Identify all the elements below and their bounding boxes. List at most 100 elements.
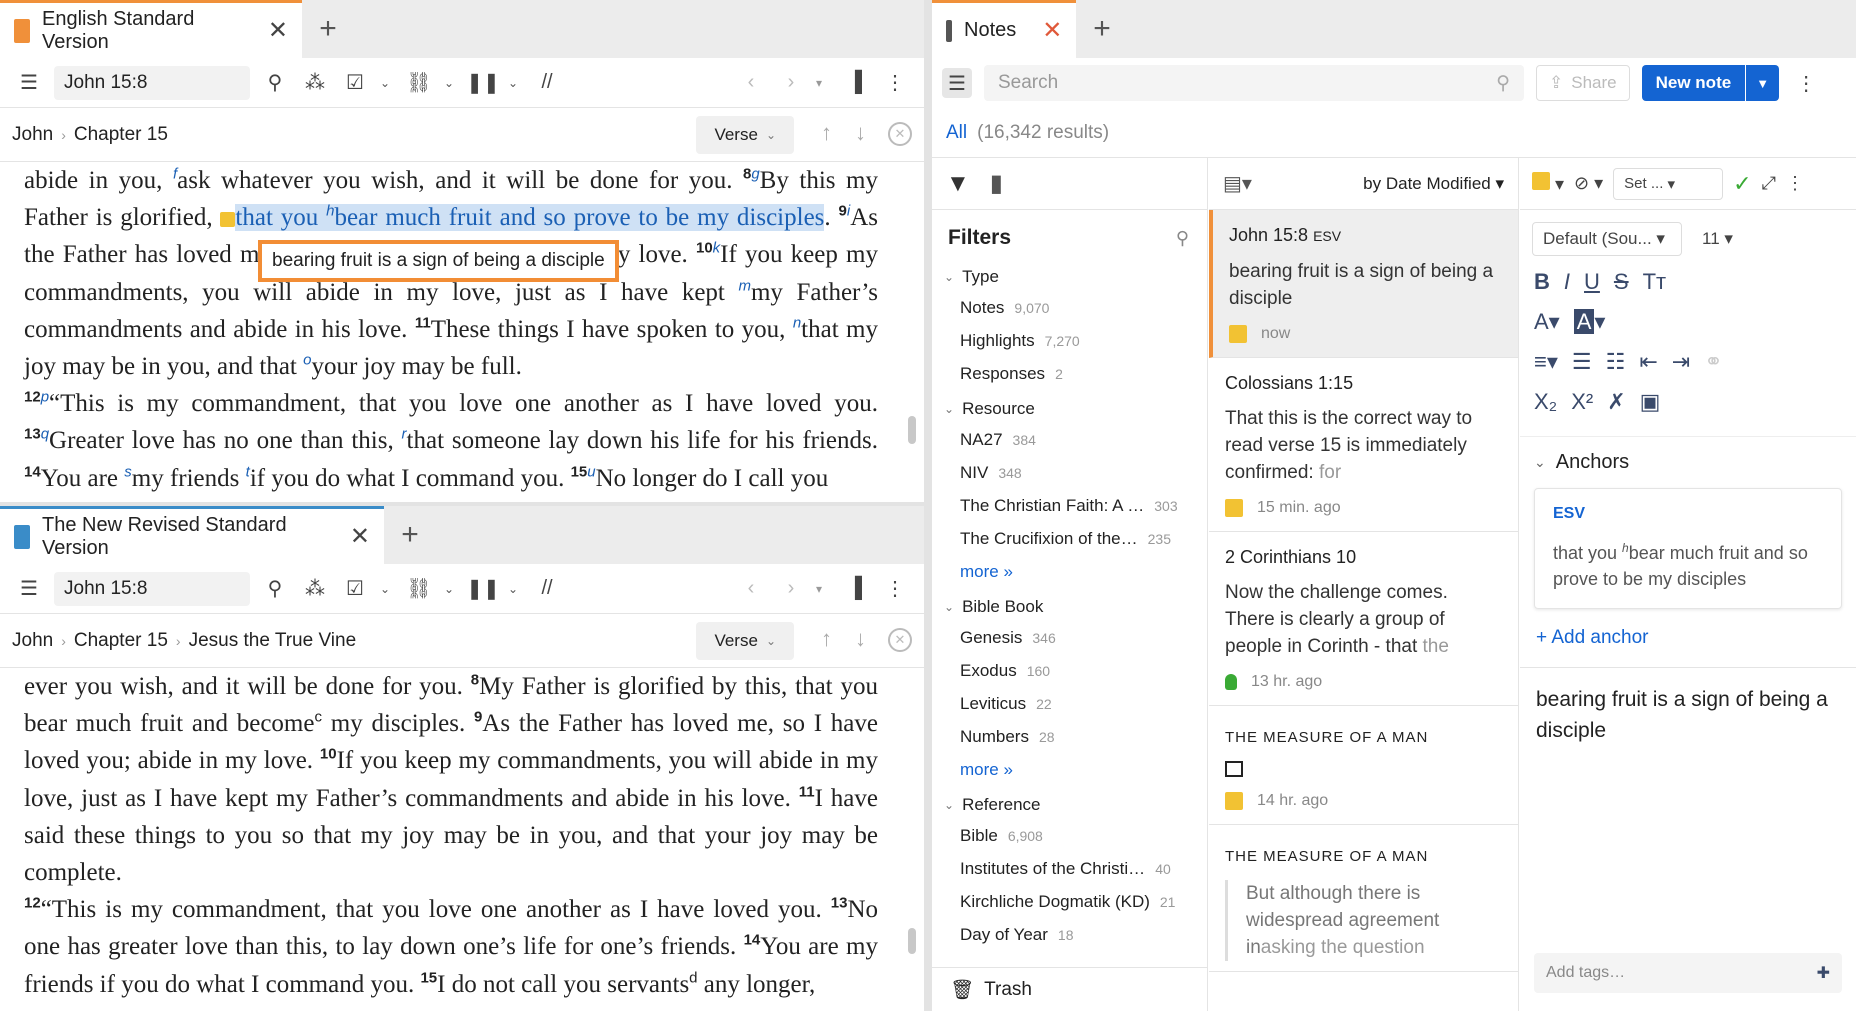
font-size-select[interactable]: 11 ▾ [1692,222,1743,256]
tab-notes[interactable]: Notes ✕ [932,0,1076,58]
search-input[interactable]: Search ⚲ [984,65,1524,101]
arrow-down-icon[interactable]: ↓ [855,626,866,652]
chevron-down-icon[interactable]: ⌄ [380,582,394,596]
sort-dropdown[interactable]: by Date Modified ▾ [1363,174,1504,194]
layout-icon[interactable]: ▐ [840,68,870,98]
link-off-icon[interactable]: ⛓ [404,68,434,98]
share-button[interactable]: ⇪ Share [1536,65,1630,101]
menu-icon[interactable]: ☰ [942,68,972,98]
parallel-icon[interactable]: // [532,574,562,604]
italic-icon[interactable]: I [1564,269,1570,295]
menu-icon[interactable]: ☰ [14,574,44,604]
add-tab-icon[interactable]: + [384,506,436,564]
parallel-icon[interactable]: // [532,68,562,98]
tab-nrsv[interactable]: The New Revised Standard Version ✕ [0,506,384,564]
filter-icon[interactable]: ▼ [946,170,970,198]
search-icon[interactable]: ⚲ [260,68,290,98]
chevron-down-icon[interactable]: ▼ [1745,65,1779,101]
tab-esv[interactable]: English Standard Version ✕ [0,0,302,58]
arrow-up-icon[interactable]: ↑ [821,626,832,652]
filter-item[interactable]: Leviticus 22 [932,689,1207,722]
chevron-down-icon[interactable]: ⌄ [444,76,458,90]
note-list-item[interactable]: 2 Corinthians 10 Now the challenge comes.… [1209,532,1518,706]
checklist-icon[interactable]: ☑ [340,574,370,604]
strikethrough-icon[interactable]: S [1614,269,1629,295]
checklist-icon[interactable]: ☑ [340,68,370,98]
filter-item[interactable]: Institutes of the Christi… 40 [932,854,1207,887]
filter-item[interactable]: NIV 348 [932,458,1207,491]
image-icon[interactable]: ▣ [1640,389,1661,415]
note-content-editor[interactable]: bearing fruit is a sign of being a disci… [1520,668,1856,762]
filter-group-header[interactable]: ⌄ Reference [932,788,1207,821]
verse-dropdown[interactable]: Verse ⌄ [696,622,794,660]
layout-icon[interactable]: ▐ [840,574,870,604]
add-anchor-link[interactable]: + Add anchor [1520,609,1856,668]
back-icon[interactable]: ‹ [736,68,766,98]
bullet-list-icon[interactable]: ☰ [1572,349,1592,375]
people-icon[interactable]: ⁂ [300,68,330,98]
close-icon[interactable]: ✕ [350,522,370,551]
more-link[interactable]: more » [932,557,1207,590]
numbered-list-icon[interactable]: ☷ [1606,349,1626,375]
bold-icon[interactable]: B [1534,269,1550,295]
menu-icon[interactable]: ☰ [14,68,44,98]
filter-item[interactable]: Bible 6,908 [932,821,1207,854]
filter-item[interactable]: NA27 384 [932,425,1207,458]
more-icon[interactable]: ⋮ [880,68,910,98]
note-list-item[interactable]: John 15:8 ESV bearing fruit is a sign of … [1209,210,1518,358]
chevron-down-icon[interactable]: ⌄ [508,76,522,90]
highlighted-passage[interactable]: that you hbear much fruit and so prove t… [235,204,825,232]
filter-item[interactable]: The Christian Faith: A … 303 [932,491,1207,524]
anchors-header[interactable]: ⌄ Anchors [1520,436,1856,488]
forward-icon[interactable]: › [776,68,806,98]
reference-input[interactable]: John 15:8 [54,65,250,100]
filter-item[interactable]: Highlights 7,270 [932,326,1207,359]
highlight-color-icon[interactable]: A ▾ [1573,309,1605,335]
crumb-section[interactable]: Jesus the True Vine [189,630,357,652]
verse-dropdown[interactable]: Verse ⌄ [696,116,794,154]
close-icon[interactable]: ✕ [268,16,288,45]
add-tab-icon[interactable]: + [302,0,354,58]
chevron-down-icon[interactable]: ⌄ [380,76,394,90]
back-icon[interactable]: ‹ [736,574,766,604]
crumb-book[interactable]: John [12,124,53,146]
filter-item[interactable]: Genesis 346 [932,623,1207,656]
notebook-select[interactable]: Set ... ▾ [1613,167,1724,200]
more-link[interactable]: more » [932,755,1207,788]
no-style-icon[interactable]: ⊘ ▾ [1574,173,1603,194]
more-icon[interactable]: ⋮ [1791,68,1821,98]
filter-item[interactable]: Kirchliche Dogmatik (KD) 21 [932,887,1207,920]
more-icon[interactable]: ⋮ [880,574,910,604]
subscript-icon[interactable]: X₂ [1534,389,1557,415]
history-dropdown-icon[interactable]: ▾ [816,76,830,90]
filter-group-header[interactable]: ⌄ Bible Book [932,590,1207,623]
new-note-button[interactable]: New note ▼ [1641,65,1780,101]
link-icon[interactable]: ⚭ [1704,349,1722,375]
scrollbar[interactable] [908,416,916,444]
close-icon[interactable]: ✕ [1042,16,1062,45]
filter-item[interactable]: Day of Year 18 [932,920,1207,953]
more-icon[interactable]: ⋮ [1786,173,1804,194]
search-icon[interactable]: ⚲ [260,574,290,604]
tags-input[interactable]: Add tags… ✚ [1534,953,1842,993]
history-dropdown-icon[interactable]: ▾ [816,582,830,596]
notebook-icon[interactable]: ▮ [990,169,1003,198]
link-off-icon[interactable]: ⛓ [404,574,434,604]
note-marker-icon[interactable] [220,211,236,227]
note-list-item[interactable]: Colossians 1:15 That this is the correct … [1209,358,1518,532]
search-icon[interactable]: ⚲ [1176,228,1189,249]
filter-item[interactable]: Exodus 160 [932,656,1207,689]
columns-icon[interactable]: ❚❚ [466,68,500,98]
crumb-chapter[interactable]: Chapter 15 [74,630,168,652]
results-all-link[interactable]: All [946,122,967,144]
filter-item[interactable]: Notes 9,070 [932,293,1207,326]
add-tab-icon[interactable]: + [1076,0,1128,58]
chevron-down-icon[interactable]: ⌄ [508,582,522,596]
text-size-icon[interactable]: Tт [1643,269,1667,295]
note-style-icon[interactable]: ▾ [1532,172,1564,195]
align-icon[interactable]: ≡▾ [1534,349,1558,375]
reference-input[interactable]: John 15:8 [54,571,250,606]
trash-item[interactable]: 🗑 Trash [932,967,1207,1011]
crumb-chapter[interactable]: Chapter 15 [74,124,168,146]
forward-icon[interactable]: › [776,574,806,604]
